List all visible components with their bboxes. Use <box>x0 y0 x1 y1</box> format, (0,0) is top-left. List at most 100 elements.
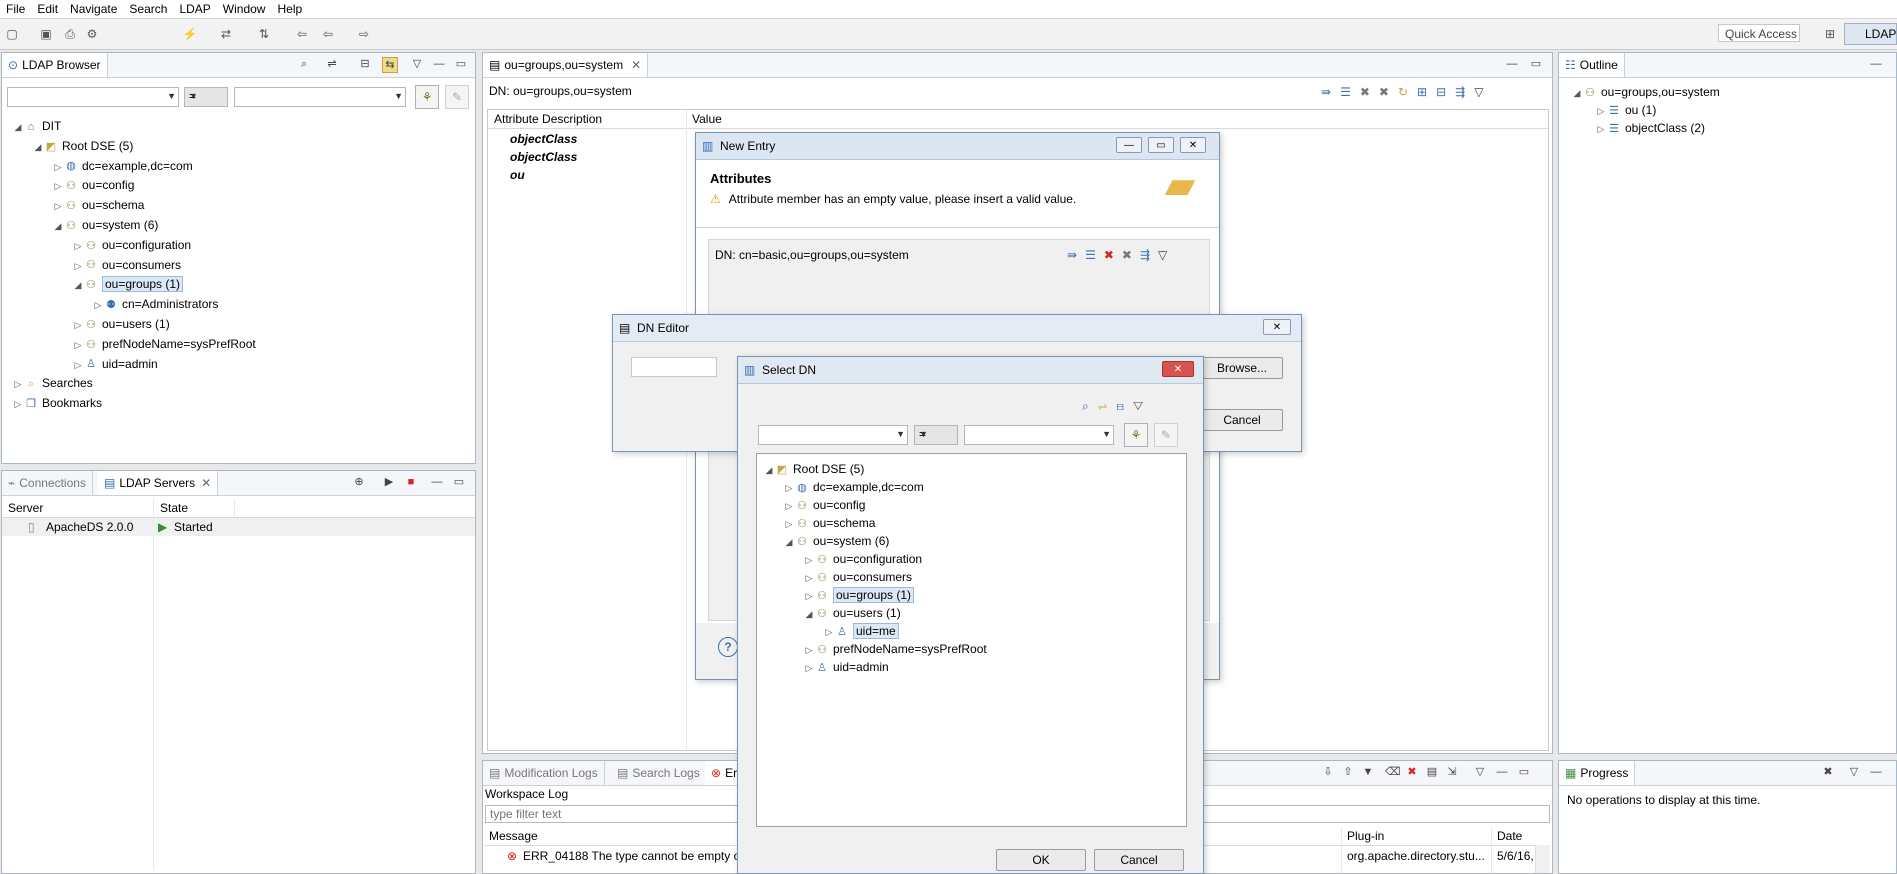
tree-item[interactable]: ▷ ◍ dc=example,dc=com <box>52 157 193 175</box>
refresh-icon[interactable]: ↻ <box>1398 85 1417 99</box>
tree-item[interactable]: ◢ ⚇ ou=groups (1) <box>72 275 184 294</box>
menu-navigate[interactable]: Navigate <box>64 0 123 18</box>
collapsed-twisty-icon[interactable]: ▷ <box>1595 120 1607 138</box>
menu-help[interactable]: Help <box>271 0 308 18</box>
minimize-icon[interactable]: — <box>1505 57 1519 71</box>
collapsed-twisty-icon[interactable]: ▷ <box>783 497 795 515</box>
new-value-icon[interactable]: ⇛ <box>1321 85 1340 99</box>
column-date[interactable]: Date <box>1497 827 1522 845</box>
tree-item[interactable]: ▷ ⚇ prefNodeName=sysPrefRoot <box>72 335 256 353</box>
link-icon[interactable]: ⇌ <box>1098 399 1117 413</box>
column-value[interactable]: Value <box>692 110 722 128</box>
view-menu-icon[interactable]: ▽ <box>1473 765 1487 779</box>
tree-item[interactable]: ▷ ⚇ ou=consumers <box>803 568 913 587</box>
import-log-icon[interactable]: ⇧ <box>1341 765 1355 779</box>
save-icon[interactable]: ▣ <box>38 26 54 42</box>
tree-item[interactable]: ◢ ◩ Root DSE (5) <box>32 137 134 155</box>
collapsed-twisty-icon[interactable]: ▷ <box>52 177 64 195</box>
forward-history-icon[interactable]: ⇦ <box>320 26 336 42</box>
collapsed-twisty-icon[interactable]: ▷ <box>52 158 64 176</box>
new-server-icon[interactable]: ⊕ <box>352 475 366 489</box>
close-icon[interactable]: ✕ <box>631 58 641 72</box>
collapsed-twisty-icon[interactable]: ▷ <box>783 515 795 533</box>
column-plugin[interactable]: Plug-in <box>1347 827 1384 845</box>
expanded-twisty-icon[interactable]: ◢ <box>72 276 84 294</box>
collapsed-twisty-icon[interactable]: ▷ <box>803 641 815 659</box>
tree-item[interactable]: ▷ ⚇ ou=config <box>52 176 135 195</box>
chevron-down-icon[interactable]: ▼ <box>1361 765 1375 779</box>
collapsed-twisty-icon[interactable]: ▷ <box>12 375 24 393</box>
view-menu-icon[interactable]: ▽ <box>410 57 424 71</box>
view-menu-icon[interactable]: ▽ <box>1133 399 1152 413</box>
minimize-icon[interactable]: — <box>432 57 446 71</box>
tree-item[interactable]: ◢ ⚇ ou=users (1) <box>803 604 901 622</box>
search-icon[interactable]: ⌕ <box>1082 399 1098 413</box>
new-attribute-icon[interactable]: ☰ <box>1340 85 1360 99</box>
connect-icon[interactable]: ⚡ <box>182 26 198 42</box>
ldap-perspective-button[interactable]: LDAP <box>1844 23 1897 45</box>
tab-ldap-browser[interactable]: ⊙ LDAP Browser <box>2 53 108 77</box>
menu-edit[interactable]: Edit <box>31 0 64 18</box>
filter-operator-combo[interactable]: = ▼ <box>184 87 228 107</box>
open-perspective-icon[interactable]: ⊞ <box>1822 26 1838 42</box>
maximize-icon[interactable]: ▭ <box>452 475 466 489</box>
minimize-icon[interactable]: — <box>1495 765 1509 779</box>
delete-all-icon[interactable]: ✖ <box>1122 248 1140 262</box>
apply-filter-button[interactable]: ⚘ <box>415 85 439 109</box>
collapsed-twisty-icon[interactable]: ▷ <box>72 257 84 275</box>
view-menu-icon[interactable]: ▽ <box>1474 85 1492 99</box>
tree-item[interactable]: ▷ ⌕ Searches <box>12 374 93 392</box>
delete-log-icon[interactable]: ✖ <box>1405 765 1419 779</box>
maximize-icon[interactable]: ▭ <box>454 57 468 71</box>
menu-window[interactable]: Window <box>217 0 272 18</box>
tree-item[interactable]: ◢ ⚇ ou=system (6) <box>783 532 890 550</box>
tab-connections[interactable]: ⌁ Connections <box>2 471 93 495</box>
collapsed-twisty-icon[interactable]: ▷ <box>823 623 835 641</box>
stop-icon[interactable]: ■ <box>404 475 418 489</box>
column-server[interactable]: Server <box>8 499 43 517</box>
close-window-button[interactable]: ✕ <box>1162 361 1194 377</box>
column-message[interactable]: Message <box>489 827 538 845</box>
collapsed-twisty-icon[interactable]: ▷ <box>92 296 104 314</box>
filter-operator-combo[interactable]: = ▼ <box>914 425 958 445</box>
print-icon[interactable]: ⎙ <box>62 26 78 42</box>
column-attribute-description[interactable]: Attribute Description <box>494 110 602 128</box>
filter-attribute-combo[interactable]: ▼ <box>758 425 908 445</box>
tree-item[interactable]: ▷ ⚉ cn=Administrators <box>92 295 219 314</box>
close-window-button[interactable]: ✕ <box>1180 137 1206 153</box>
collapsed-twisty-icon[interactable]: ▷ <box>803 587 815 605</box>
gear-icon[interactable]: ⚙ <box>84 26 100 42</box>
collapse-all-icon[interactable]: ⊟ <box>1436 85 1455 99</box>
collapse-all-icon[interactable]: ⊟ <box>358 57 372 71</box>
dn-input[interactable] <box>631 357 717 377</box>
column-state[interactable]: State <box>160 499 188 517</box>
collapsed-twisty-icon[interactable]: ▷ <box>12 395 24 413</box>
tree-item[interactable]: ▷ ⚇ ou=config <box>783 496 866 515</box>
close-icon[interactable]: ✕ <box>201 476 211 490</box>
filter-icon[interactable]: ⇶ <box>1455 85 1474 99</box>
tree-item[interactable]: ▷ ⚇ ou=consumers <box>72 256 182 275</box>
new-value-icon[interactable]: ⇛ <box>1067 248 1085 262</box>
minimize-icon[interactable]: — <box>430 475 444 489</box>
disconnect-icon[interactable]: ⇄ <box>218 26 234 42</box>
remove-all-icon[interactable]: ✖ <box>1821 765 1835 779</box>
restore-log-icon[interactable]: ⇲ <box>1445 765 1459 779</box>
dn-editor-cancel-button[interactable]: Cancel <box>1201 409 1283 431</box>
tree-item[interactable]: ▷ ♙ uid=me <box>823 622 899 640</box>
collapsed-twisty-icon[interactable]: ▷ <box>803 659 815 677</box>
select-dn-cancel-button[interactable]: Cancel <box>1094 849 1184 871</box>
tree-item[interactable]: ▷ ⚇ prefNodeName=sysPrefRoot <box>803 640 987 658</box>
search-icon[interactable]: ⌕ <box>297 57 311 71</box>
tab-modification-logs[interactable]: ▤ Modification Logs <box>483 761 605 785</box>
quick-access-field[interactable]: Quick Access <box>1718 24 1800 42</box>
minimize-icon[interactable]: — <box>1869 765 1883 779</box>
server-row[interactable]: ▯ ApacheDS 2.0.0 ▶ Started <box>2 518 475 536</box>
tab-outline[interactable]: ☷ Outline <box>1559 53 1625 77</box>
view-menu-icon[interactable]: ▽ <box>1158 248 1175 262</box>
collapsed-twisty-icon[interactable]: ▷ <box>803 569 815 587</box>
link-icon[interactable]: ⇌ <box>325 57 339 71</box>
menu-file[interactable]: File <box>0 0 31 18</box>
apply-filter-button[interactable]: ⚘ <box>1124 423 1148 447</box>
menu-search[interactable]: Search <box>123 0 173 18</box>
clear-filter-button[interactable]: ✎ <box>445 85 469 109</box>
